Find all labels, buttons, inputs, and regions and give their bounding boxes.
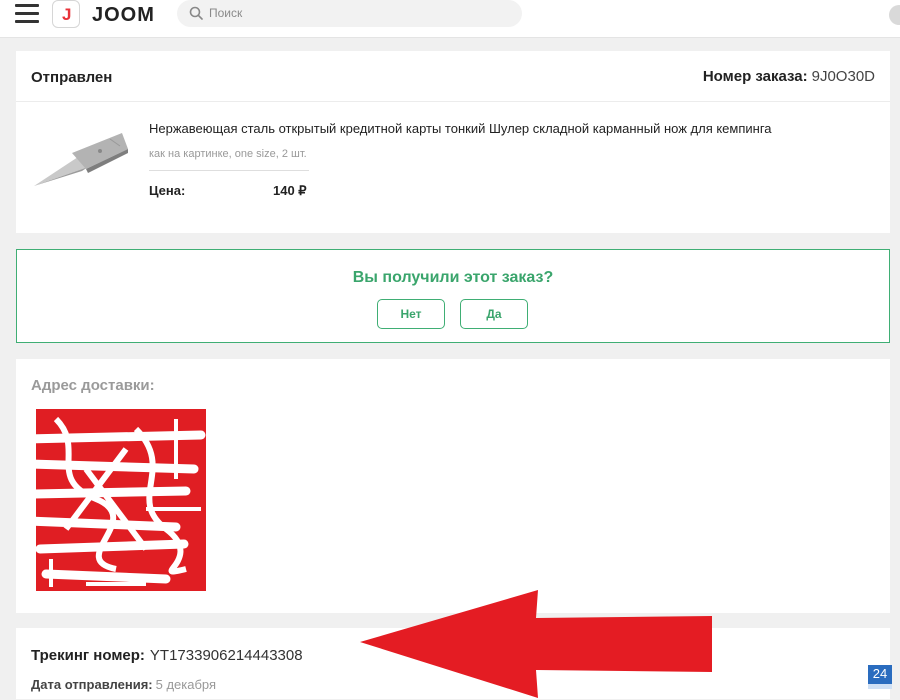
- no-button[interactable]: Нет: [377, 299, 445, 329]
- yes-button[interactable]: Да: [460, 299, 528, 329]
- annotation-arrow-icon: [360, 590, 712, 698]
- search-icon: [189, 6, 203, 20]
- search-bar[interactable]: [177, 0, 522, 27]
- redacted-address-image: [26, 409, 206, 591]
- order-header: Отправлен Номер заказа: 9J0O30D: [16, 51, 890, 102]
- order-number-value: 9J0O30D: [811, 68, 875, 85]
- order-number: Номер заказа: 9J0O30D: [703, 68, 875, 85]
- confirm-receipt-card: Вы получили этот заказ? Нет Да: [16, 249, 890, 343]
- product-variant: как на картинке, one size, 2 шт.: [149, 148, 307, 160]
- corner-badge: 24: [868, 665, 892, 689]
- logo-letter: J: [62, 5, 72, 24]
- order-card: Отправлен Номер заказа: 9J0O30D Нержавеющ…: [16, 51, 890, 233]
- order-number-label: Номер заказа:: [702, 68, 808, 85]
- address-title: Адрес доставки:: [31, 377, 155, 394]
- menu-icon[interactable]: [15, 4, 39, 24]
- price-value: 140 ₽: [273, 183, 307, 198]
- address-card: Адрес доставки:: [16, 359, 890, 613]
- logo-text[interactable]: JOOM: [92, 4, 155, 27]
- product-title[interactable]: Нержавеющая сталь открытый кредитной кар…: [149, 121, 879, 136]
- tracking-number[interactable]: Трекинг номер: YT1733906214443308: [31, 647, 303, 664]
- price-divider: [149, 170, 309, 171]
- close-icon[interactable]: [889, 5, 900, 25]
- confirm-question: Вы получили этот заказ?: [352, 269, 554, 286]
- search-input[interactable]: [209, 3, 509, 23]
- ship-date: Дата отправления: 5 декабря: [31, 677, 216, 692]
- top-bar: J JOOM: [0, 0, 900, 38]
- price-label: Цена:: [149, 183, 186, 198]
- order-status: Отправлен: [31, 69, 113, 86]
- tracking-number-value[interactable]: YT1733906214443308: [150, 647, 303, 664]
- ship-date-label: Дата отправления:: [31, 677, 153, 692]
- ship-date-value: 5 декабря: [155, 677, 217, 692]
- logo-icon[interactable]: J: [52, 0, 80, 28]
- knife-product-image[interactable]: [30, 129, 130, 189]
- tracking-number-label: Трекинг номер:: [31, 647, 145, 664]
